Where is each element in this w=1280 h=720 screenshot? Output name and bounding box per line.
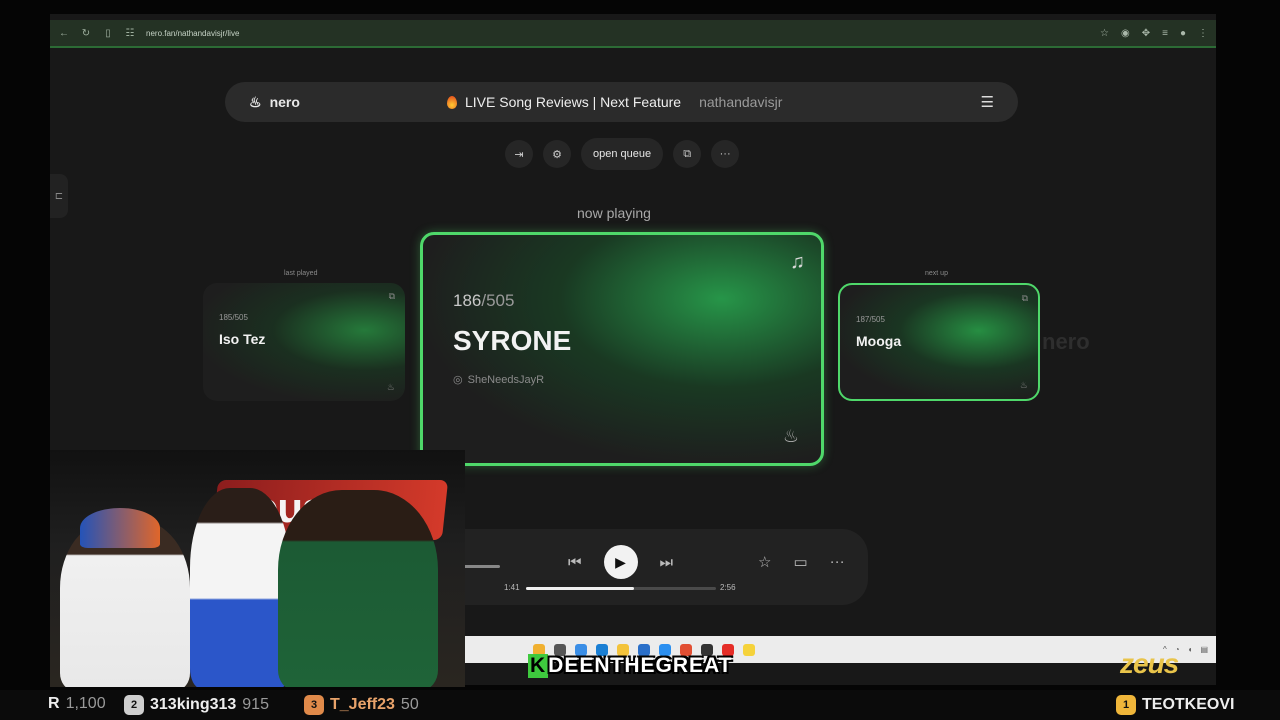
artist-name: SYRONE — [453, 325, 572, 356]
browser-toolbar: ← ↻ ▯ ☷ nero.fan/nathandavisjr/live ☆ ◉ … — [50, 20, 1216, 48]
stream-frame: ← ↻ ▯ ☷ nero.fan/nathandavisjr/live ☆ ◉ … — [0, 0, 1280, 720]
next-icon[interactable]: ⏭ — [660, 554, 674, 571]
sponsor-logo: zeus — [1120, 648, 1179, 679]
app-icon[interactable] — [743, 643, 755, 656]
ticker-count: 915 — [242, 696, 269, 713]
previous-icon[interactable]: ⏮ — [568, 554, 582, 571]
settings-button[interactable]: ⚙ — [543, 140, 571, 168]
last-played-label: last played — [284, 270, 318, 277]
open-queue-button[interactable]: open queue — [581, 138, 664, 170]
play-icon: ▶ — [615, 553, 626, 570]
more-icon[interactable]: ··· — [830, 553, 845, 571]
address-bar[interactable]: nero.fan/nathandavisjr/live — [146, 29, 1090, 38]
ticker-count: 1,100 — [65, 695, 106, 712]
queue-position: 186 — [453, 291, 482, 310]
instagram-handle[interactable]: ◎ SheNeedsJayR — [453, 373, 545, 387]
audio-player: ⏮ ▶ ⏭ ☆ ▭ ··· 1:41 2:56 — [440, 529, 868, 605]
back-icon[interactable]: ← — [58, 28, 70, 39]
next-up-card[interactable]: 187/505 Mooga ⧉ ♨ — [838, 283, 1040, 401]
drawer-icon: ⊏ — [54, 190, 64, 202]
more-button[interactable]: ··· — [711, 140, 740, 168]
external-link-icon[interactable]: ⧉ — [389, 291, 395, 302]
flame-icon: ♨ — [1019, 380, 1028, 390]
streamer-middle — [190, 488, 290, 687]
stream-title-text: LIVE Song Reviews | Next Feature — [465, 94, 682, 110]
hamburger-icon[interactable]: ☰ — [981, 93, 994, 111]
ticker-item: 3 T_Jeff23 50 — [304, 695, 419, 715]
leaderboard-ticker: R 1,100 2 313king313 915 3 T_Jeff23 50 1… — [0, 690, 1280, 720]
browser-actions: ☆ ◉ ✥ ≡ ● ⋮ — [1100, 28, 1208, 39]
chat-username-initial: K — [528, 654, 549, 678]
fire-icon — [447, 95, 457, 109]
ticker-name: 313king313 — [150, 696, 237, 713]
ticker-item: R 1,100 — [48, 695, 106, 713]
artist-name: Mooga — [856, 333, 902, 349]
stream-title: LIVE Song Reviews | Next Feature nathand… — [447, 94, 782, 110]
external-link-icon[interactable]: ⧉ — [1022, 293, 1028, 304]
ticker-item: 2 313king313 915 — [124, 695, 269, 715]
progress-fill — [526, 587, 635, 590]
play-button[interactable]: ▶ — [603, 545, 638, 579]
last-played-card[interactable]: 185/505 Iso Tez ⧉ ♨ — [203, 283, 405, 401]
video-camera-icon[interactable]: ▭ — [793, 553, 807, 571]
music-note-icon: ♫ — [790, 251, 805, 273]
streamer-right — [278, 490, 438, 687]
puzzle-icon[interactable]: ✥ — [1142, 28, 1150, 39]
chat-username-rest: DEENTHEGREAT — [548, 654, 733, 677]
share-button[interactable]: ⧉ — [673, 140, 702, 168]
star-icon[interactable]: ☆ — [758, 553, 771, 571]
site-navbar: ♨ nero LIVE Song Reviews | Next Feature … — [225, 82, 1018, 122]
login-button[interactable]: ⇥ — [505, 140, 533, 168]
nero-logo[interactable]: ♨ nero — [249, 94, 300, 111]
ticker-name: R — [48, 695, 60, 712]
ticker-item: 1 TEOTKEOVI — [1116, 695, 1234, 715]
ticker-name: TEOTKEOVI — [1142, 696, 1235, 713]
flame-icon: ♨ — [782, 426, 799, 446]
extension-icon[interactable]: ◉ — [1121, 28, 1130, 39]
now-playing-card[interactable]: 186/505 SYRONE ◎ SheNeedsJayR ♫ ♨ — [420, 232, 824, 466]
instagram-icon: ◎ — [453, 374, 463, 386]
login-icon: ⇥ — [514, 148, 524, 161]
time-current: 1:41 — [504, 583, 520, 592]
knicks-hat — [80, 508, 160, 548]
link-icon: ⧉ — [683, 147, 692, 160]
time-total: 2:56 — [720, 583, 736, 592]
gear-icon: ⚙ — [552, 148, 562, 161]
volume-icon[interactable]: ◖ — [1188, 645, 1193, 654]
flame-logo-icon: ♨ — [249, 93, 262, 110]
ticker-count: 50 — [400, 696, 419, 713]
queue-number: 187/505 — [856, 315, 885, 324]
rank-badge: 3 — [304, 695, 324, 715]
handle-text: SheNeedsJayR — [467, 373, 545, 386]
queue-total: /505 — [481, 291, 515, 310]
webcam-overlay: zeus — [50, 450, 465, 687]
tab-list-icon[interactable]: ≡ — [1162, 28, 1168, 39]
flame-icon: ♨ — [386, 382, 395, 392]
queue-number: 186/505 — [453, 291, 514, 311]
rank-badge: 2 — [124, 695, 144, 715]
ghost-watermark: nero — [1042, 329, 1090, 354]
player-actions: ☆ ▭ ··· — [758, 553, 845, 571]
clock[interactable]: ▤ — [1200, 645, 1208, 654]
sidebar-icon[interactable]: ▯ — [102, 28, 114, 39]
side-drawer-handle[interactable]: ⊏ — [50, 174, 68, 218]
profile-icon[interactable]: ● — [1180, 28, 1186, 39]
now-playing-label: now playing — [577, 205, 651, 221]
rank-badge: 1 — [1116, 695, 1136, 715]
progress-bar[interactable] — [526, 587, 716, 590]
logo-text: nero — [269, 94, 300, 110]
next-up-label: next up — [925, 270, 948, 277]
playback-controls: ⏮ ▶ ⏭ — [568, 545, 673, 579]
kebab-menu-icon[interactable]: ⋮ — [1198, 28, 1208, 39]
queue-number: 185/505 — [219, 313, 248, 322]
artist-name: Iso Tez — [219, 331, 266, 347]
ticker-name: T_Jeff23 — [330, 696, 395, 713]
chat-username-overlay: KDEENTHEGREAT — [528, 654, 732, 678]
site-info-icon[interactable]: ☷ — [124, 28, 136, 39]
queue-controls: ⇥ ⚙ open queue ⧉ ··· — [505, 138, 740, 170]
volume-slider[interactable] — [460, 565, 500, 568]
bookmark-star-icon[interactable]: ☆ — [1100, 28, 1109, 39]
reload-icon[interactable]: ↻ — [80, 28, 92, 39]
host-name[interactable]: nathandavisjr — [699, 94, 782, 110]
